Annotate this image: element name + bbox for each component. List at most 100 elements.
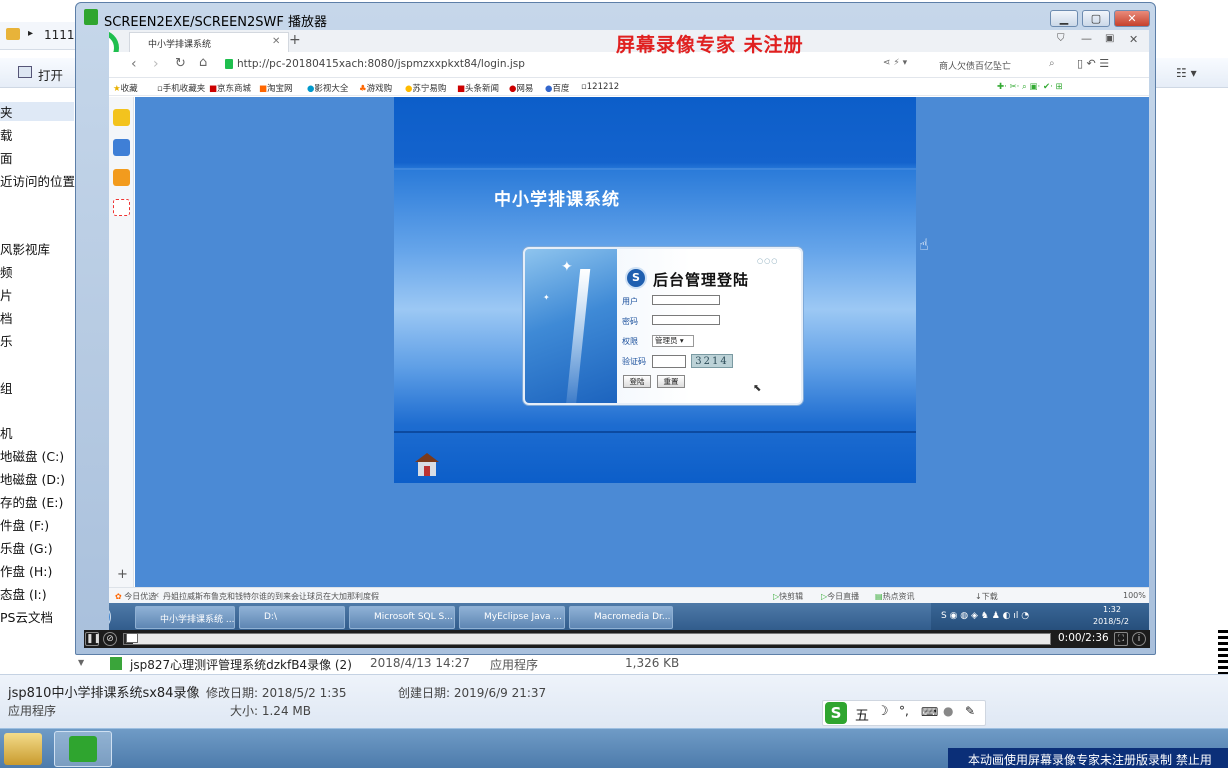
bookmark-item[interactable]: ★收藏 — [113, 82, 138, 94]
status-news[interactable]: 丹姐拉威斯布鲁克和钱特尔谁的到来会让球员在大加那利度假 — [163, 591, 379, 602]
nav-item[interactable]: 片 — [0, 285, 13, 304]
search-icon[interactable]: ⌕ — [1049, 58, 1055, 69]
back-icon[interactable]: ‹ — [131, 56, 137, 72]
status-item[interactable]: ▤热点资讯 — [875, 591, 915, 602]
forward-icon[interactable]: › — [153, 56, 159, 72]
close-button[interactable]: ✕ — [1114, 10, 1150, 27]
bookmark-item[interactable]: ●影视大全 — [307, 82, 348, 94]
bookmark-item[interactable]: ●网易 — [509, 82, 533, 94]
nav-item[interactable]: 组 — [0, 378, 13, 397]
sogou-icon[interactable]: S — [825, 702, 847, 724]
taskbar-button[interactable]: Microsoft SQL S... — [349, 606, 455, 629]
nav-item[interactable]: 载 — [0, 125, 13, 144]
punctuation-icon[interactable]: °, — [899, 704, 909, 718]
moon-icon[interactable]: ☽ — [877, 704, 889, 719]
status-item[interactable]: ▷今日直播 — [821, 591, 859, 602]
bookmark-item[interactable]: ■头条新闻 — [457, 82, 499, 94]
nav-item[interactable]: 档 — [0, 308, 13, 327]
captcha-image[interactable]: 3214 — [691, 354, 733, 368]
favorites-icon[interactable] — [113, 109, 130, 126]
ime-mode[interactable]: 五 — [855, 705, 869, 725]
login-button[interactable]: 登陆 — [623, 375, 651, 388]
bookmark-item[interactable]: ■京东商城 — [209, 82, 251, 94]
tab-close-icon[interactable]: ✕ — [272, 36, 280, 47]
weibo-icon[interactable] — [113, 169, 130, 186]
status-left[interactable]: ✿ 今日优选 — [115, 591, 156, 602]
nav-item[interactable]: 近访问的位置 — [0, 171, 75, 190]
nav-item[interactable]: 地磁盘 (D:) — [0, 469, 65, 488]
nav-item[interactable]: 夹 — [0, 102, 74, 121]
nav-item[interactable]: 地磁盘 (C:) — [0, 446, 64, 465]
nav-item[interactable]: 频 — [0, 262, 13, 281]
menu-icons[interactable]: ▯ ↶ ☰ — [1077, 57, 1109, 70]
search-input[interactable]: 商人欠债百亿坠亡 ⌕ — [935, 55, 1065, 75]
reader-icon[interactable] — [113, 139, 130, 156]
role-select[interactable]: 管理员 ▾ — [652, 335, 694, 347]
bookmark-item[interactable]: ▫手机收藏夹 — [157, 82, 205, 94]
taskbar-button[interactable]: 中小学排课系统 ... — [135, 606, 235, 629]
captcha-input[interactable] — [652, 355, 686, 368]
taskbar-button[interactable]: D:\ — [239, 606, 345, 629]
status-item[interactable]: ↓下载 — [975, 591, 998, 602]
zoom-level[interactable]: 100% — [1123, 591, 1146, 600]
nav-item[interactable]: 存的盘 (E:) — [0, 492, 63, 511]
sidebar-add-icon[interactable]: + — [117, 567, 128, 582]
player-taskbar-button[interactable] — [54, 731, 112, 767]
scroll-down-icon[interactable]: ▼ — [78, 658, 84, 667]
player-controls: ❚❚ ⊘ 0:00/2:36 ⛶ i — [84, 630, 1150, 648]
nav-item[interactable]: 态盘 (I:) — [0, 584, 47, 603]
minimize-button[interactable]: ▁ — [1050, 10, 1078, 27]
browser-restore-button[interactable]: ▣ — [1105, 33, 1114, 44]
maximize-button[interactable]: ▢ — [1082, 10, 1110, 27]
refresh-icon[interactable]: ↻ — [175, 56, 186, 71]
view-options-icon[interactable]: ☷ ▾ — [1176, 66, 1197, 80]
seek-handle[interactable] — [126, 633, 138, 643]
tab-active[interactable]: 中小学排课系统 ✕ — [129, 32, 289, 52]
taskbar-button[interactable]: MyEclipse Java ... — [459, 606, 565, 629]
nav-item[interactable]: 机 — [0, 423, 13, 442]
seek-bar[interactable] — [123, 633, 1051, 645]
nav-item[interactable]: PS云文档 — [0, 607, 53, 626]
nav-item[interactable]: 乐 — [0, 331, 13, 350]
stop-button[interactable]: ⊘ — [103, 632, 117, 646]
nav-item[interactable]: 面 — [0, 148, 13, 167]
nav-item[interactable]: 风影视库 — [0, 239, 50, 258]
info-button[interactable]: i — [1132, 632, 1146, 646]
pause-button[interactable]: ❚❚ — [85, 632, 101, 646]
home-icon[interactable]: ⌂ — [199, 55, 207, 70]
target-icon[interactable] — [113, 199, 130, 216]
browser-minimize-button[interactable]: — — [1081, 32, 1092, 45]
nav-item[interactable]: 件盘 (F:) — [0, 515, 49, 534]
url-input[interactable]: http://pc-20180415xach:8080/jspmzxxpkxt8… — [225, 55, 877, 75]
new-tab-button[interactable]: + — [289, 32, 301, 48]
close-news-icon[interactable]: ✕ — [153, 591, 160, 600]
wrench-icon[interactable]: ✎ — [965, 704, 975, 718]
browser-close-button[interactable]: ✕ — [1129, 33, 1138, 46]
status-item[interactable]: ▷快剪辑 — [773, 591, 803, 602]
extension-icons[interactable]: ✚· ✂· ⌕ ▣· ✔· ⊞ — [997, 82, 1063, 92]
file-row[interactable]: ▼ jsp827心理测评管理系统dzkfB4录像 (2) 2018/4/13 1… — [74, 654, 1156, 674]
ime-toolbar[interactable]: S 五 ☽ °, ⌨ ● ✎ — [822, 700, 986, 726]
username-input[interactable] — [652, 295, 720, 305]
shield-icon[interactable]: ⛉ — [1057, 33, 1065, 44]
bookmark-item[interactable]: ●百度 — [545, 82, 569, 94]
bookmark-item[interactable]: ♣游戏购 — [359, 82, 392, 94]
share-icon[interactable]: ⋖ ⚡ ▾ — [883, 58, 907, 68]
keyboard-icon[interactable]: ⌨ — [921, 705, 938, 719]
explorer-address-bar[interactable]: ▸ 1111 — [0, 22, 78, 50]
bookmark-item[interactable]: ▫121212 — [581, 82, 619, 92]
password-input[interactable] — [652, 315, 720, 325]
breadcrumb[interactable]: 1111 — [44, 28, 75, 42]
bookmark-item[interactable]: ■淘宝网 — [259, 82, 293, 94]
open-button[interactable]: 打开 — [38, 65, 63, 84]
reset-button[interactable]: 重置 — [657, 375, 685, 388]
tray-icons[interactable]: S ◉ ◍ ◈ ♞ ♟ ◐ ıl ◔ — [941, 611, 1029, 621]
nav-item[interactable]: 乐盘 (G:) — [0, 538, 53, 557]
nav-item[interactable]: 作盘 (H:) — [0, 561, 52, 580]
start-button[interactable] — [109, 604, 111, 630]
explorer-taskbar-icon[interactable] — [4, 733, 42, 765]
bookmark-item[interactable]: ●苏宁易购 — [405, 82, 446, 94]
taskbar-button[interactable]: Macromedia Dr... — [569, 606, 673, 629]
user-icon[interactable]: ● — [943, 704, 953, 718]
fullscreen-button[interactable]: ⛶ — [1114, 632, 1128, 646]
